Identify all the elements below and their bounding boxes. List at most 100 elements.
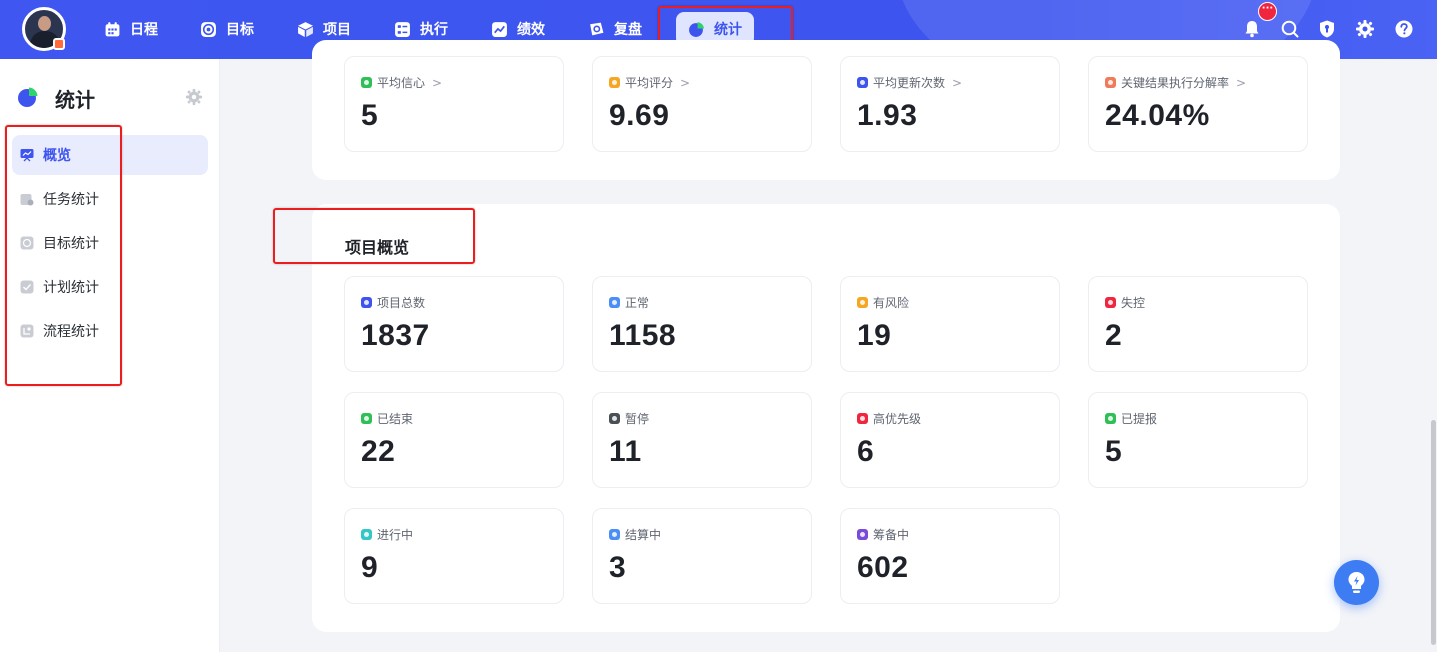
- notification-badge: ···: [1258, 2, 1277, 21]
- assistant-fab-button[interactable]: [1334, 560, 1379, 605]
- stat-label: 项目总数: [361, 294, 425, 311]
- project-status-icon: [1105, 297, 1116, 308]
- cube-icon: [298, 21, 313, 37]
- stat-label-text: 暂停: [625, 412, 650, 426]
- stat-card-avg-score[interactable]: 平均评分 > 9.69: [592, 56, 812, 152]
- stat-value: 22: [361, 435, 396, 468]
- stat-label: 平均更新次数 >: [857, 74, 962, 91]
- stat-card-submitted[interactable]: 已提报 5: [1088, 392, 1308, 488]
- bell-icon[interactable]: [1242, 19, 1262, 39]
- stat-value: 19: [857, 319, 892, 352]
- project-status-icon: [361, 529, 372, 540]
- nav-item-schedule[interactable]: 日程: [94, 12, 168, 46]
- nav-item-goals[interactable]: 目标: [190, 12, 264, 46]
- stat-value: 9: [361, 551, 379, 584]
- project-status-icon: [361, 413, 372, 424]
- okr-stats-panel: 平均信心 > 5 平均评分 > 9.69 平均更新次数 > 1.93 关键结果执行分解…: [312, 40, 1340, 180]
- stat-value: 9.69: [609, 99, 670, 132]
- stat-value: 5: [1105, 435, 1123, 468]
- stat-label: 筹备中: [857, 526, 909, 543]
- stat-label-text: 进行中: [377, 528, 414, 542]
- avatar-status-badge: [53, 38, 65, 50]
- stat-label-text: 有风险: [873, 296, 910, 310]
- stat-value: 24.04%: [1105, 99, 1210, 132]
- target-icon: [201, 21, 216, 37]
- stat-value: 11: [609, 435, 642, 468]
- project-status-icon: [857, 297, 868, 308]
- project-status-icon: [361, 297, 372, 308]
- stat-value: 1.93: [857, 99, 918, 132]
- stat-label-text: 项目总数: [377, 296, 426, 310]
- performance-icon: [492, 21, 507, 37]
- shield-icon[interactable]: [1317, 19, 1337, 39]
- stat-value: 5: [361, 99, 379, 132]
- stat-label-text: 高优先级: [873, 412, 922, 426]
- project-status-icon: [609, 413, 620, 424]
- project-status-icon: [857, 413, 868, 424]
- stat-card-out-of-control[interactable]: 失控 2: [1088, 276, 1308, 372]
- stat-card-in-progress[interactable]: 进行中 9: [344, 508, 564, 604]
- stat-card-kr-breakdown-rate[interactable]: 关键结果执行分解率 > 24.04%: [1088, 56, 1308, 152]
- checklist-icon: [395, 21, 410, 37]
- stat-label: 平均信心 >: [361, 74, 442, 91]
- stat-value: 1158: [609, 319, 677, 352]
- red-highlight-box-section: [273, 208, 475, 264]
- stat-label: 正常: [609, 294, 649, 311]
- vertical-scrollbar[interactable]: [1431, 420, 1436, 645]
- stat-value: 3: [609, 551, 627, 584]
- stat-card-at-risk[interactable]: 有风险 19: [840, 276, 1060, 372]
- stat-label-text: 失控: [1121, 296, 1146, 310]
- project-status-icon: [1105, 413, 1116, 424]
- project-overview-panel: 项目概览 项目总数 1837 正常 1158 有风险 19 失控 2 已结束 2…: [312, 204, 1340, 632]
- stat-card-high-priority[interactable]: 高优先级 6: [840, 392, 1060, 488]
- stat-label-text: 正常: [625, 296, 650, 310]
- sidebar-settings-icon[interactable]: [185, 88, 203, 106]
- nav-label: 绩效: [517, 22, 545, 38]
- sidebar-title: 统计: [55, 88, 95, 112]
- stat-label: 有风险: [857, 294, 909, 311]
- review-icon: [590, 22, 604, 35]
- stat-value: 6: [857, 435, 875, 468]
- stat-card-paused[interactable]: 暂停 11: [592, 392, 812, 488]
- stat-value: 602: [857, 551, 909, 584]
- stat-label: 结算中: [609, 526, 661, 543]
- red-highlight-box-sidebar: [5, 125, 122, 386]
- stat-value: 1837: [361, 319, 430, 352]
- star-icon: [609, 77, 620, 88]
- nav-label: 项目: [323, 22, 351, 38]
- stat-card-avg-updates[interactable]: 平均更新次数 > 1.93: [840, 56, 1060, 152]
- stat-label: 进行中: [361, 526, 413, 543]
- key-result-icon: [1105, 77, 1116, 88]
- search-icon[interactable]: [1280, 19, 1300, 39]
- avatar-head: [38, 16, 51, 31]
- project-status-icon: [609, 529, 620, 540]
- nav-label: 日程: [130, 22, 158, 38]
- stat-card-normal[interactable]: 正常 1158: [592, 276, 812, 372]
- stat-card-finished[interactable]: 已结束 22: [344, 392, 564, 488]
- stat-value: 2: [1105, 319, 1123, 352]
- nav-label: 复盘: [614, 22, 642, 38]
- stat-label: 已结束: [361, 410, 413, 427]
- stat-card-settling[interactable]: 结算中 3: [592, 508, 812, 604]
- stat-card-total-projects[interactable]: 项目总数 1837: [344, 276, 564, 372]
- stat-label-text: 结算中: [625, 528, 662, 542]
- calendar-icon: [105, 21, 120, 36]
- help-icon[interactable]: [1394, 19, 1414, 39]
- stat-label-text: 已结束: [377, 412, 414, 426]
- stat-card-preparing[interactable]: 筹备中 602: [840, 508, 1060, 604]
- chevron-right-icon: >: [432, 75, 443, 90]
- stat-label-text: 关键结果执行分解率: [1121, 76, 1230, 90]
- heart-icon: [361, 77, 372, 88]
- stat-label-text: 筹备中: [873, 528, 910, 542]
- stat-label: 关键结果执行分解率 >: [1105, 74, 1246, 91]
- stat-label-text: 平均信心: [377, 76, 426, 90]
- lightbulb-icon: [1348, 572, 1365, 593]
- stat-label: 高优先级: [857, 410, 921, 427]
- stat-label: 平均评分 >: [609, 74, 690, 91]
- stat-label-text: 已提报: [1121, 412, 1158, 426]
- project-status-icon: [609, 297, 620, 308]
- stat-card-avg-confidence[interactable]: 平均信心 > 5: [344, 56, 564, 152]
- gear-icon[interactable]: [1355, 19, 1375, 39]
- statistics-logo-icon: [18, 87, 38, 107]
- stat-label: 失控: [1105, 294, 1145, 311]
